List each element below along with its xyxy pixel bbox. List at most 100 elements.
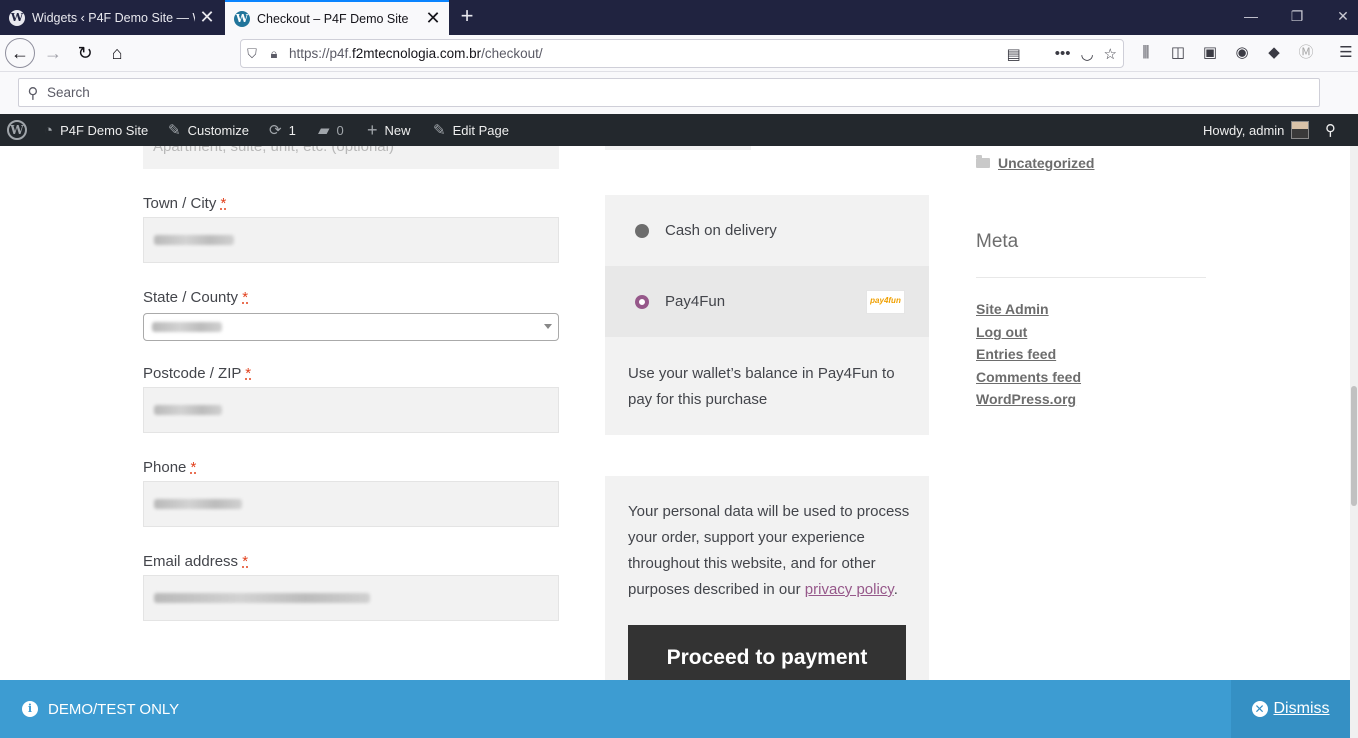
extension-m-icon[interactable]: Ⓜ	[1294, 41, 1318, 65]
tab-checkout[interactable]: W Checkout – P4F Demo Site ✕	[225, 0, 449, 35]
comment-icon: ▰	[318, 122, 330, 139]
close-window-button[interactable]: ✕	[1320, 0, 1358, 35]
payment-option-pay4fun[interactable]: Pay4Fun pay4fun	[605, 266, 929, 337]
notice-text: DEMO/TEST ONLY	[48, 700, 180, 718]
shield-icon[interactable]: ⛉	[241, 46, 263, 62]
pocket-icon[interactable]: ◡	[1080, 45, 1093, 63]
phone-field[interactable]	[143, 481, 559, 527]
close-icon: ✕	[1251, 701, 1268, 717]
dashboard-icon: ◔	[44, 121, 54, 139]
site-name-link[interactable]: ◔ P4F Demo Site	[44, 114, 148, 146]
blurred-value	[154, 405, 222, 415]
search-placeholder: Search	[47, 85, 90, 100]
more-actions-icon[interactable]: •••	[1055, 45, 1071, 63]
customize-link[interactable]: ✎ Customize	[168, 114, 249, 146]
admin-search-button[interactable]: ⚲	[1325, 114, 1336, 146]
payment-option-cod[interactable]: Cash on delivery	[605, 195, 929, 266]
order-review-fragment	[605, 146, 751, 150]
tab-title: Widgets ‹ P4F Demo Site — Wo	[32, 10, 195, 25]
site-admin-link[interactable]: Site Admin	[976, 301, 1049, 317]
category-link[interactable]: Uncategorized	[998, 155, 1094, 171]
account-icon[interactable]: ◉	[1230, 41, 1254, 65]
back-button[interactable]: ←	[5, 38, 35, 68]
library-icon[interactable]: ⫼	[1134, 41, 1158, 65]
town-label: Town / City *	[143, 195, 227, 212]
demo-store-notice: i DEMO/TEST ONLY ✕ Dismiss	[0, 680, 1350, 738]
search-icon: ⚲	[27, 84, 39, 102]
state-select[interactable]	[143, 313, 559, 341]
search-input[interactable]: ⚲ Search	[18, 78, 1320, 107]
bookmark-star-icon[interactable]: ☆	[1104, 45, 1117, 63]
wordpress-logo-button[interactable]: W	[7, 114, 27, 146]
plus-icon: +	[367, 119, 378, 140]
pay4fun-description: Use your wallet’s balance in Pay4Fun to …	[628, 365, 895, 408]
close-tab-icon[interactable]: ✕	[195, 7, 219, 28]
state-label: State / County *	[143, 289, 249, 306]
wordpress-org-link[interactable]: WordPress.org	[976, 391, 1076, 407]
town-field[interactable]	[143, 217, 559, 263]
updates-link[interactable]: ⟳ 1	[269, 114, 296, 146]
category-item: Uncategorized	[976, 155, 1094, 171]
chevron-down-icon	[544, 324, 552, 329]
sidebar-toggle-icon[interactable]: ◫	[1166, 41, 1190, 65]
privacy-policy-link[interactable]: privacy policy	[805, 581, 894, 598]
log-out-link[interactable]: Log out	[976, 324, 1027, 340]
comments-link[interactable]: ▰ 0	[318, 114, 344, 146]
blurred-value	[154, 235, 234, 245]
tab-title: Checkout – P4F Demo Site	[257, 11, 409, 26]
address2-field[interactable]: Apartment, suite, unit, etc. (optional)	[143, 146, 559, 169]
navigation-bar: ← → ↻ ⌂ ⛉ 🔒︎ https://p4f.f2mtecnologia.c…	[0, 35, 1358, 72]
info-icon: i	[22, 701, 38, 717]
reload-button[interactable]: ↻	[70, 38, 100, 68]
comments-feed-link[interactable]: Comments feed	[976, 369, 1081, 385]
restore-button[interactable]: ❐	[1274, 0, 1320, 35]
wp-admin-bar: W ◔ P4F Demo Site ✎ Customize ⟳ 1 ▰ 0 + …	[0, 114, 1358, 146]
dismiss-button[interactable]: ✕ Dismiss	[1231, 680, 1350, 738]
wordpress-logo-icon: W	[7, 120, 27, 140]
edit-page-link[interactable]: ✎ Edit Page	[433, 114, 509, 146]
radio-button[interactable]	[635, 223, 649, 238]
page-content: Apartment, suite, unit, etc. (optional) …	[0, 146, 1350, 680]
scrollbar-thumb[interactable]	[1351, 386, 1357, 506]
email-field[interactable]	[143, 575, 559, 621]
pencil-icon: ✎	[433, 122, 446, 139]
paintbrush-icon: ✎	[168, 122, 181, 139]
postcode-label: Postcode / ZIP *	[143, 365, 252, 382]
new-content-link[interactable]: + New	[367, 114, 411, 146]
proceed-to-payment-button[interactable]: Proceed to payment	[628, 625, 906, 680]
browser-tab-bar: W Widgets ‹ P4F Demo Site — Wo ✕ W Check…	[0, 0, 1358, 35]
url-text[interactable]: https://p4f.f2mtecnologia.com.br/checkou…	[289, 46, 1007, 61]
divider	[976, 277, 1206, 278]
blurred-value	[154, 593, 370, 603]
phone-label: Phone *	[143, 459, 197, 476]
forward-button[interactable]: →	[38, 38, 68, 68]
url-bar[interactable]: ⛉ 🔒︎ https://p4f.f2mtecnologia.com.br/ch…	[240, 39, 1124, 68]
updates-icon: ⟳	[269, 122, 282, 139]
close-tab-icon[interactable]: ✕	[421, 8, 445, 29]
extension-icon[interactable]: ◆	[1262, 41, 1286, 65]
lock-icon[interactable]: 🔒︎	[263, 46, 285, 62]
blurred-value	[154, 499, 242, 509]
new-tab-button[interactable]: +	[454, 4, 480, 30]
pay4fun-logo: pay4fun	[866, 290, 905, 314]
selenium-extension-icon[interactable]: ▣	[1198, 41, 1222, 65]
privacy-notice: Your personal data will be used to proce…	[628, 503, 910, 598]
wordpress-favicon-icon: W	[234, 10, 250, 27]
blurred-value	[152, 322, 222, 332]
home-icon[interactable]: ⌂	[102, 38, 132, 68]
email-label: Email address *	[143, 553, 249, 570]
my-account-menu[interactable]: Howdy, admin	[1203, 114, 1310, 146]
menu-icon[interactable]: ☰	[1334, 41, 1358, 65]
wordpress-favicon-icon: W	[9, 9, 25, 26]
postcode-field[interactable]	[143, 387, 559, 433]
entries-feed-link[interactable]: Entries feed	[976, 346, 1056, 362]
radio-button-selected[interactable]	[635, 294, 649, 309]
search-toolbar: ⚲ Search	[0, 72, 1358, 114]
avatar	[1291, 121, 1310, 139]
minimize-button[interactable]: —	[1228, 0, 1274, 35]
search-icon: ⚲	[1325, 122, 1336, 139]
reader-view-icon[interactable]: ▤	[1007, 45, 1021, 63]
meta-widget-title: Meta	[976, 231, 1019, 252]
folder-icon	[976, 155, 990, 168]
tab-widgets[interactable]: W Widgets ‹ P4F Demo Site — Wo ✕	[0, 0, 223, 35]
